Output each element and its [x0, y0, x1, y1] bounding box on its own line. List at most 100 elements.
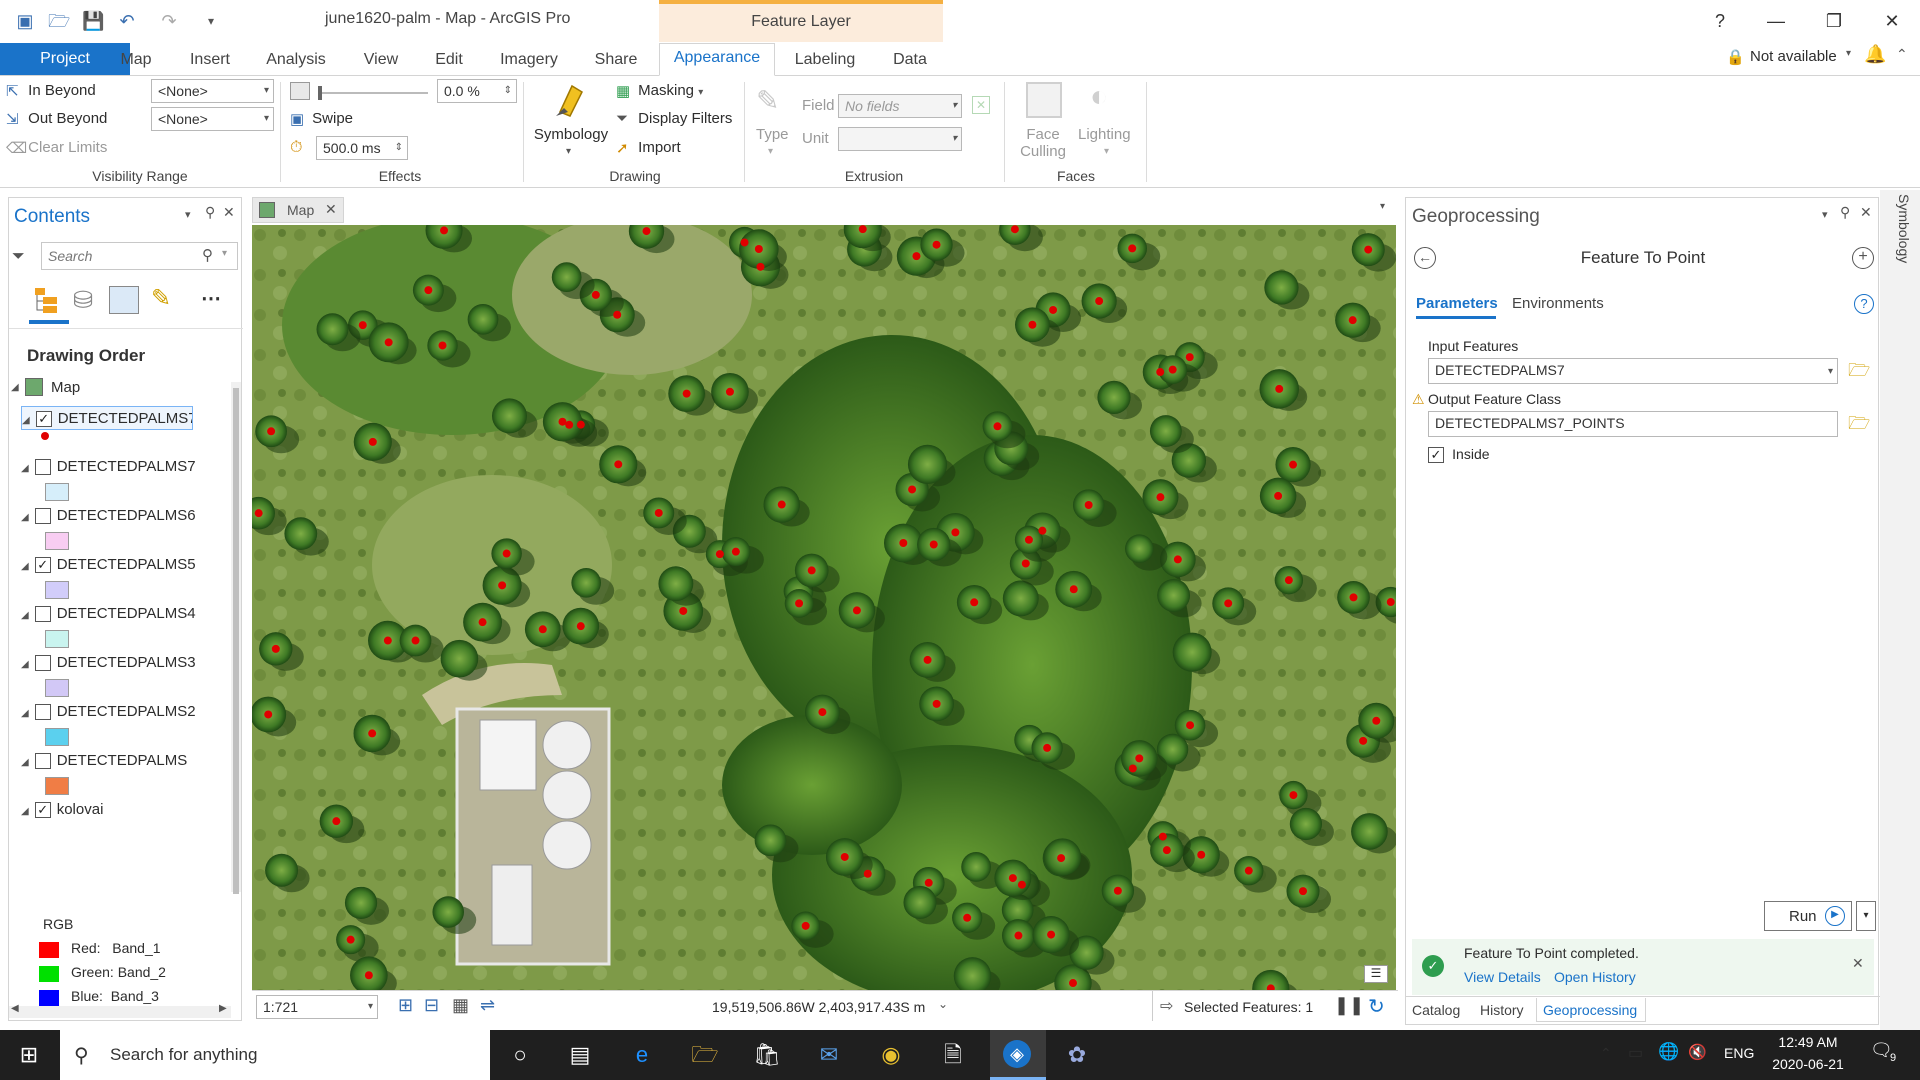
expand-caret-icon[interactable]: ◢: [21, 757, 29, 768]
detected-palm-point[interactable]: [1168, 365, 1177, 374]
layer-symbol-swatch[interactable]: [45, 777, 69, 795]
layer-item[interactable]: ◢ DETECTEDPALMS6: [21, 504, 231, 528]
chrome-icon[interactable]: ◉: [876, 1040, 906, 1070]
detected-palm-point[interactable]: [899, 538, 908, 547]
tab-data[interactable]: Data: [882, 46, 938, 76]
undo-icon[interactable]: ↶: [116, 10, 138, 32]
detected-palm-point[interactable]: [1128, 764, 1137, 773]
mail-icon[interactable]: ✉: [814, 1040, 844, 1070]
detected-palm-point[interactable]: [858, 225, 867, 234]
tab-insert[interactable]: Insert: [180, 46, 240, 76]
detected-palm-point[interactable]: [923, 655, 932, 664]
account-status[interactable]: Not available: [1750, 48, 1837, 65]
filter-icon[interactable]: ⏷: [12, 248, 25, 266]
detected-palm-point[interactable]: [411, 636, 420, 645]
detected-palm-point[interactable]: [254, 509, 263, 518]
detected-palm-point[interactable]: [1158, 832, 1167, 841]
detected-palm-point[interactable]: [1095, 297, 1104, 306]
detected-palm-point[interactable]: [267, 427, 276, 436]
tab-map[interactable]: Map: [110, 46, 162, 76]
help-button[interactable]: ?: [1700, 6, 1740, 36]
cortana-icon[interactable]: ○: [505, 1040, 535, 1070]
detected-palm-point[interactable]: [1156, 493, 1165, 502]
layer-item[interactable]: ◢ ✓ kolovai: [21, 798, 231, 822]
input-features-combo[interactable]: DETECTEDPALMS7 ▾: [1428, 358, 1838, 384]
store-icon[interactable]: 🛍: [752, 1040, 782, 1070]
lighting-button[interactable]: Lighting: [1078, 126, 1131, 143]
detected-palm-point[interactable]: [1047, 930, 1056, 939]
constraints-icon[interactable]: ⇌: [480, 995, 495, 1016]
tab-view[interactable]: View: [352, 46, 410, 76]
tab-overflow-icon[interactable]: ▾: [1380, 201, 1385, 212]
restore-icon[interactable]: ❐: [1814, 6, 1854, 36]
notification-bell-icon[interactable]: 🔔: [1864, 44, 1886, 65]
layer-symbol-swatch[interactable]: [45, 581, 69, 599]
detected-palm-point[interactable]: [1359, 736, 1368, 745]
view-details-link[interactable]: View Details: [1464, 969, 1541, 985]
layer-item[interactable]: ◢ DETECTEDPALMS4: [21, 602, 231, 626]
close-tab-icon[interactable]: ✕: [325, 201, 337, 218]
detected-palm-point[interactable]: [368, 437, 377, 446]
layer-item[interactable]: ◢ DETECTEDPALMS7: [21, 455, 231, 479]
customize-toolbar-icon[interactable]: ▾: [200, 10, 222, 32]
symbology-icon[interactable]: [552, 82, 590, 120]
expression-icon[interactable]: ✕: [972, 96, 990, 114]
detected-palm-point[interactable]: [1185, 353, 1194, 362]
scroll-right-icon[interactable]: ▶: [219, 1003, 227, 1014]
new-project-icon[interactable]: ▣: [14, 10, 36, 32]
detected-palm-point[interactable]: [654, 508, 663, 517]
pin-icon[interactable]: ⚲: [1840, 204, 1850, 221]
detected-palm-point[interactable]: [1128, 244, 1137, 253]
swipe-button[interactable]: ▣ Swipe: [290, 110, 353, 128]
layer-symbol-swatch[interactable]: [45, 630, 69, 648]
pin-icon[interactable]: ⚲: [205, 204, 215, 221]
run-button[interactable]: Run ▶: [1764, 901, 1852, 931]
detected-palm-point[interactable]: [264, 710, 273, 719]
detected-palm-point[interactable]: [852, 606, 861, 615]
detected-palm-point[interactable]: [993, 422, 1002, 431]
detected-palm-point[interactable]: [1244, 866, 1253, 875]
layer-visibility-checkbox[interactable]: ✓: [34, 557, 51, 574]
close-pane-icon[interactable]: ✕: [223, 204, 235, 221]
layer-item[interactable]: ◢ DETECTEDPALMS: [21, 749, 231, 773]
more-options-icon[interactable]: ⋯: [201, 286, 221, 311]
tab-parameters[interactable]: Parameters: [1416, 295, 1498, 312]
detected-palm-point[interactable]: [715, 550, 724, 559]
detected-palm-point[interactable]: [1289, 460, 1298, 469]
detected-palm-point[interactable]: [364, 971, 373, 980]
detected-palm-point[interactable]: [591, 290, 600, 299]
detected-palm-point[interactable]: [818, 708, 827, 717]
pane-menu-icon[interactable]: ▾: [1822, 208, 1828, 221]
detected-palm-point[interactable]: [682, 389, 691, 398]
document-icon[interactable]: 🗎: [938, 1040, 968, 1070]
import-button[interactable]: ➚ Import: [616, 139, 681, 157]
detected-palm-point[interactable]: [1289, 791, 1298, 800]
tab-appearance[interactable]: Appearance: [659, 43, 775, 76]
tab-map-view[interactable]: Map ✕: [252, 197, 344, 223]
tab-analysis[interactable]: Analysis: [262, 46, 330, 76]
minimize-icon[interactable]: —: [1756, 6, 1796, 36]
detected-palm-point[interactable]: [1057, 854, 1066, 863]
detected-palm-point[interactable]: [576, 420, 585, 429]
grid-icon[interactable]: ▦: [452, 995, 469, 1016]
detected-palm-point[interactable]: [1162, 846, 1171, 855]
detected-palm-point[interactable]: [756, 262, 765, 271]
detected-palm-point[interactable]: [438, 341, 447, 350]
clock-date[interactable]: 2020-06-21: [1764, 1056, 1852, 1072]
language-indicator[interactable]: ENG: [1724, 1045, 1754, 1061]
tab-environments[interactable]: Environments: [1512, 295, 1604, 312]
search-icon[interactable]: ⚲: [202, 246, 213, 264]
detected-palm-point[interactable]: [1043, 743, 1052, 752]
inside-checkbox[interactable]: ✓: [1428, 447, 1444, 464]
detected-palm-point[interactable]: [929, 540, 938, 549]
detected-palm-point[interactable]: [498, 581, 507, 590]
layer-visibility-checkbox[interactable]: [34, 459, 51, 476]
detected-palm-point[interactable]: [924, 878, 933, 887]
detected-palm-point[interactable]: [1049, 305, 1058, 314]
detected-palm-point[interactable]: [1173, 555, 1182, 564]
tab-history[interactable]: History: [1480, 1002, 1524, 1018]
detected-palm-point[interactable]: [1068, 979, 1077, 988]
detected-palm-point[interactable]: [1010, 225, 1019, 234]
layer-symbol-swatch[interactable]: [45, 483, 69, 501]
detected-palm-point[interactable]: [801, 921, 810, 930]
